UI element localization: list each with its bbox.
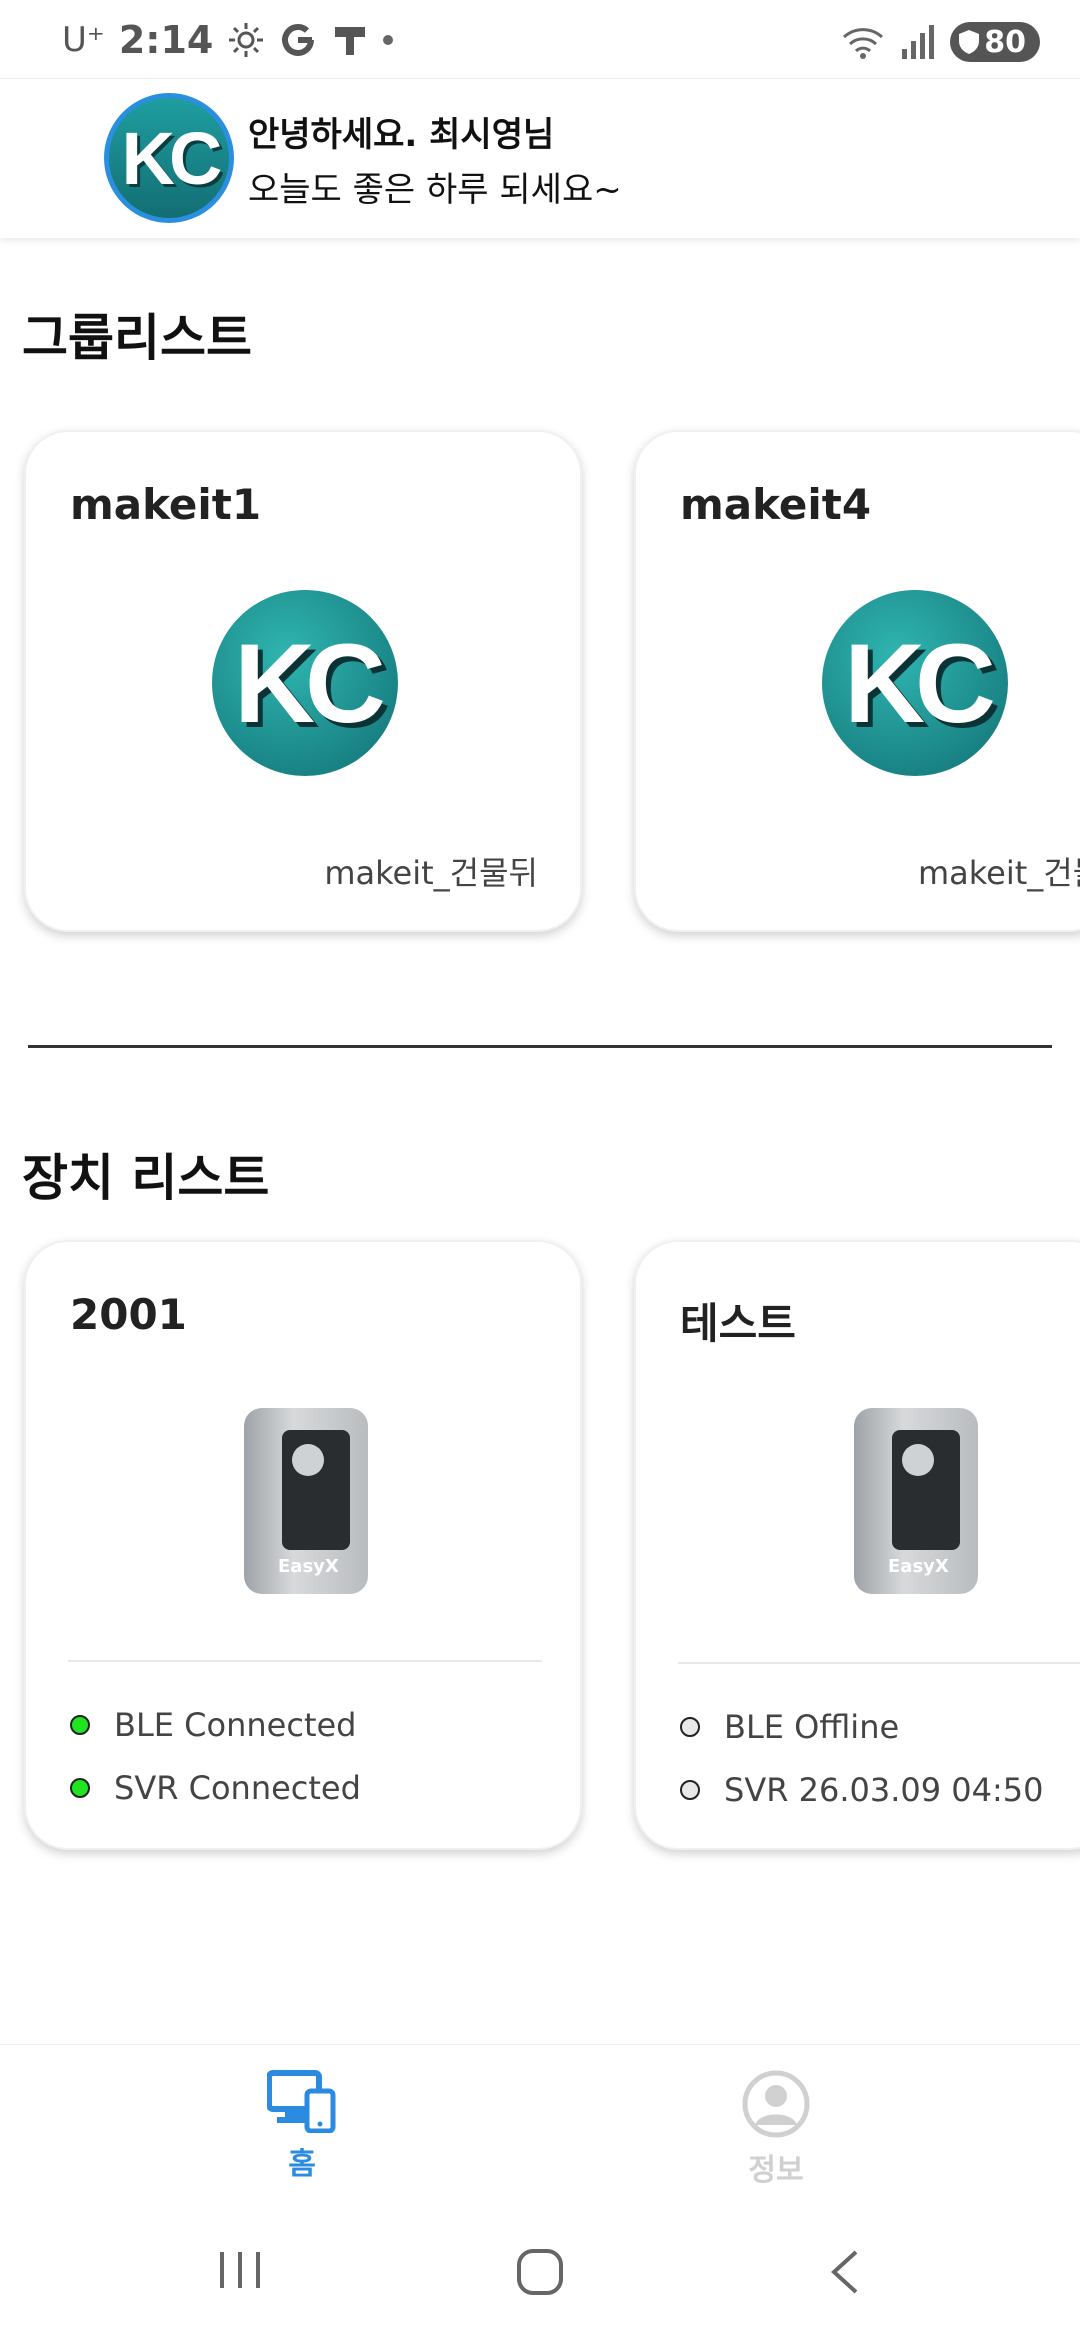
greeting-title: 안녕하세요. 최시영님 — [248, 115, 555, 155]
status-dot-icon — [70, 1778, 90, 1798]
nav-label-home: 홈 — [288, 2147, 316, 2182]
ble-status: BLE Offline — [680, 1708, 899, 1746]
card-divider — [68, 1660, 542, 1662]
group-card-title: makeit4 — [680, 480, 872, 529]
device-card-title: 테스트 — [680, 1299, 796, 1348]
profile-icon — [742, 2070, 810, 2138]
device-card-test[interactable]: 테스트 EasyX BLE Offline SVR 26.03.09 04:50 — [634, 1240, 1080, 1850]
kc-logo-icon: KC — [212, 590, 398, 776]
clock: 2:14 — [118, 18, 214, 62]
app-header: KC 안녕하세요. 최시영님 오늘도 좋은 하루 되세요~ — [0, 78, 1080, 238]
kc-logo-text: KC — [234, 620, 386, 746]
nav-tab-info[interactable]: 정보 — [676, 2069, 876, 2189]
signal-icon — [902, 25, 935, 59]
nav-label-info: 정보 — [748, 2153, 804, 2188]
carrier-label: U⁺ — [62, 20, 105, 60]
group-card-subtitle: makeit_건물뒤 — [324, 854, 538, 892]
device-brand-label: EasyX — [888, 1556, 949, 1577]
svr-status-label: SVR Connected — [114, 1769, 361, 1807]
device-image: EasyX — [244, 1400, 368, 1600]
devices-icon — [267, 2070, 336, 2133]
nav-tab-home[interactable]: 홈 — [202, 2069, 402, 2183]
group-card-subtitle: makeit_건물 — [918, 854, 1080, 892]
system-navigation-bar — [0, 2204, 1080, 2340]
svr-status-label: SVR 26.03.09 04:50 — [724, 1771, 1044, 1809]
greeting-subtitle: 오늘도 좋은 하루 되세요~ — [248, 170, 622, 210]
home-button-icon[interactable] — [516, 2248, 564, 2296]
status-bar: U⁺ 2:14 80 — [0, 0, 1080, 78]
bottom-navigation: 홈 정보 — [0, 2044, 1080, 2204]
ble-status: BLE Connected — [70, 1706, 356, 1744]
ble-status-label: BLE Offline — [724, 1708, 900, 1746]
card-divider — [678, 1662, 1080, 1664]
toolbox-icon — [335, 27, 366, 55]
recent-apps-icon[interactable] — [216, 2248, 264, 2292]
group-card-makeit4[interactable]: makeit4 KC makeit_건물 — [634, 430, 1080, 932]
group-card-makeit1[interactable]: makeit1 KC makeit_건물뒤 — [24, 430, 582, 932]
battery-indicator: 80 — [950, 22, 1040, 62]
section-divider — [28, 1045, 1052, 1048]
device-list-title: 장치 리스트 — [22, 1149, 270, 1207]
avatar[interactable]: KC — [104, 93, 234, 223]
status-dot-icon — [70, 1715, 90, 1735]
group-list-title: 그룹리스트 — [22, 309, 252, 367]
svr-status: SVR 26.03.09 04:50 — [680, 1771, 1044, 1809]
device-brand-label: EasyX — [278, 1556, 339, 1577]
kc-logo-text: KC — [844, 620, 996, 746]
svr-status: SVR Connected — [70, 1769, 361, 1807]
avatar-logo-text: KC — [121, 116, 223, 200]
battery-level: 80 — [984, 24, 1026, 60]
device-image: EasyX — [854, 1400, 978, 1600]
status-dot-icon — [680, 1717, 700, 1737]
ble-status-label: BLE Connected — [114, 1706, 357, 1744]
google-icon — [282, 24, 315, 56]
group-card-title: makeit1 — [70, 480, 262, 529]
status-dot-icon — [680, 1780, 700, 1800]
wifi-icon — [843, 28, 884, 59]
device-card-2001[interactable]: 2001 EasyX BLE Connected SVR Connected — [24, 1240, 582, 1850]
notification-dot-icon — [383, 35, 394, 45]
back-icon[interactable] — [826, 2248, 862, 2296]
shield-icon — [959, 30, 980, 54]
brightness-icon — [229, 23, 264, 57]
kc-logo-icon: KC — [822, 590, 1008, 776]
device-card-title: 2001 — [70, 1290, 187, 1339]
